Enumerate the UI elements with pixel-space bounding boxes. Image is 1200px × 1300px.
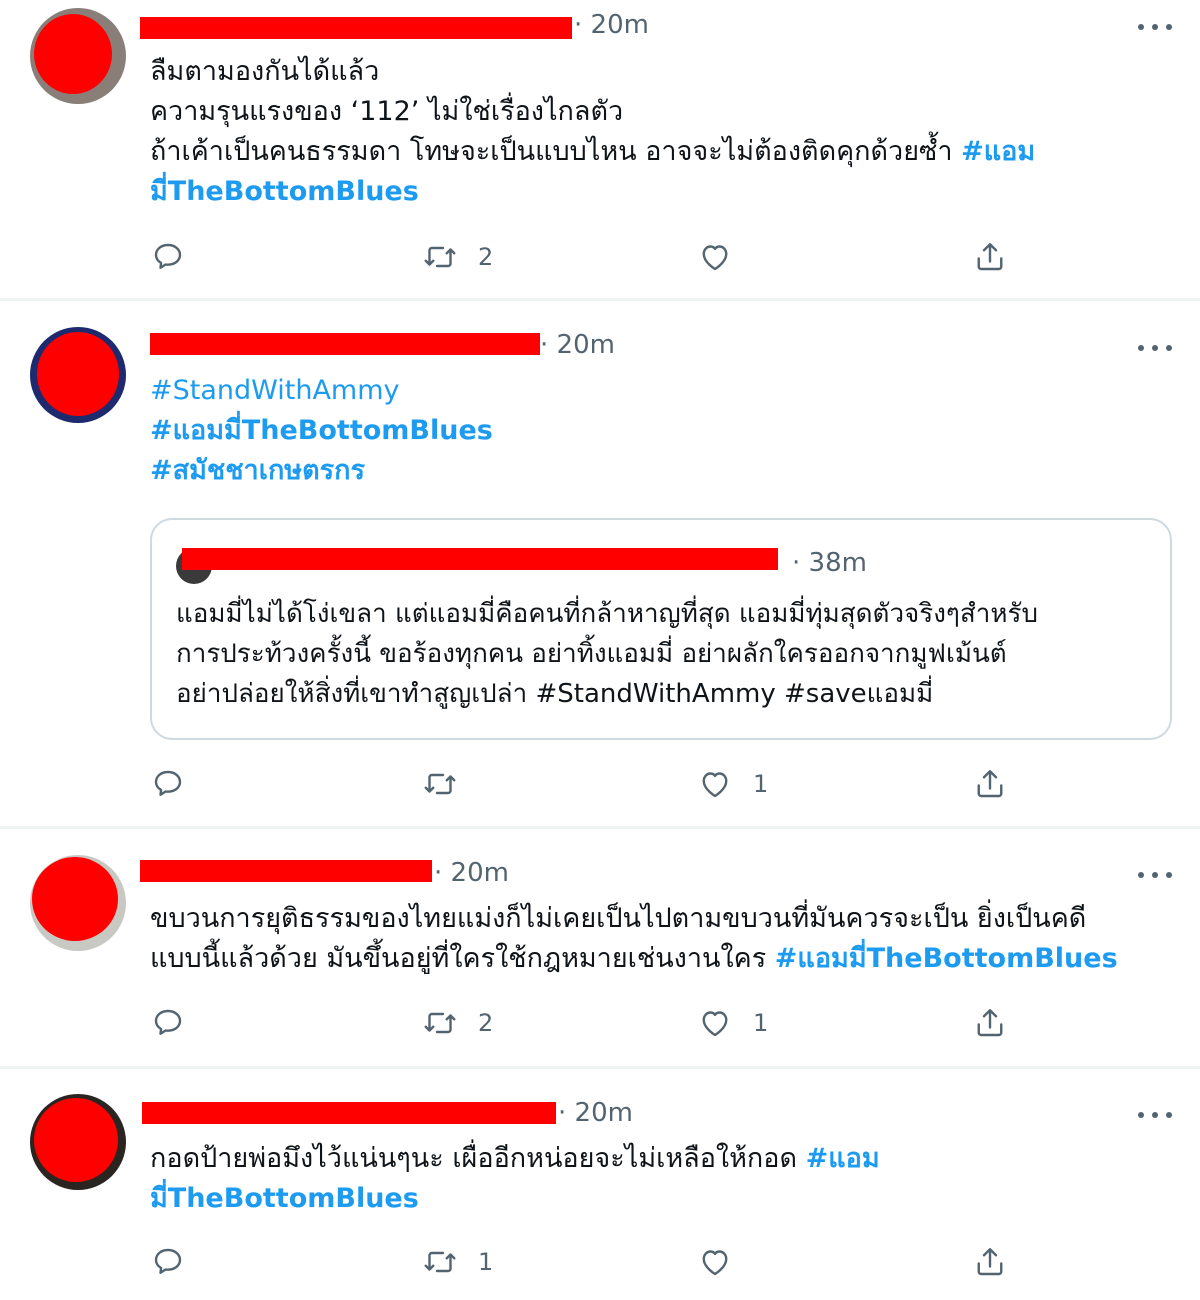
like-button[interactable]: 1 — [697, 764, 768, 804]
retweet-button[interactable]: 2 — [422, 237, 493, 277]
redacted-username — [140, 17, 572, 39]
heart-icon — [702, 1011, 728, 1037]
retweet-button[interactable] — [422, 764, 478, 804]
share-button[interactable] — [972, 764, 1008, 804]
share-button[interactable] — [972, 237, 1008, 277]
tweet-text: #StandWithAmmy #แอมมี่TheBottomBlues #สม… — [150, 371, 493, 491]
avatar[interactable] — [30, 327, 126, 423]
tweet[interactable]: · 20m ขบวนการยุติธรรมของไทยแม่งก็ไม่เคยเ… — [0, 829, 1200, 1066]
tweet-time[interactable]: · 20m — [540, 330, 615, 360]
reply-icon — [154, 770, 182, 796]
tweet-time[interactable]: · 20m — [434, 858, 509, 888]
tweet[interactable]: · 20m #StandWithAmmy #แอมมี่TheBottomBlu… — [0, 301, 1200, 826]
quoted-tweet[interactable]: · 38m แอมมี่ไม่ได้โง่เขลา แต่แอมมี่คือคน… — [150, 518, 1172, 740]
heart-icon — [702, 772, 728, 798]
quoted-tweet-text: แอมมี่ไม่ได้โง่เขลา แต่แอมมี่คือคนที่กล้… — [176, 599, 1038, 709]
share-icon — [977, 243, 1003, 271]
tweet[interactable]: · 20m กอดป้ายพ่อมึงไว้แน่นๆนะ เผื่ออีกหน… — [0, 1069, 1200, 1300]
redacted-username — [140, 860, 432, 882]
hashtag-link[interactable]: มี่TheBottomBlues — [150, 176, 419, 207]
hashtag-link[interactable]: #สมัชชาเกษตรกร — [150, 455, 365, 486]
hashtag-link[interactable]: #StandWithAmmy — [150, 375, 400, 406]
tweet-actions: 1 — [150, 764, 1030, 804]
more-icon[interactable] — [1138, 1104, 1172, 1124]
retweet-icon — [424, 773, 456, 795]
retweet-button[interactable]: 1 — [422, 1242, 493, 1282]
tweet-actions: 2 1 — [150, 1003, 1030, 1043]
like-button[interactable]: 1 — [697, 1003, 768, 1043]
avatar[interactable] — [30, 855, 126, 951]
like-button[interactable] — [697, 237, 753, 277]
quoted-tweet-time[interactable]: · 38m — [792, 548, 867, 578]
reply-button[interactable] — [150, 1003, 206, 1043]
redacted-username — [142, 1102, 556, 1124]
hashtag-link[interactable]: #แอม — [806, 1143, 880, 1174]
share-icon — [977, 1009, 1003, 1037]
hashtag-link[interactable]: #แอมมี่TheBottomBlues — [150, 415, 493, 446]
share-button[interactable] — [972, 1003, 1008, 1043]
share-button[interactable] — [972, 1242, 1008, 1282]
tweet-actions: 2 — [150, 237, 1030, 277]
tweet-text: ลืมตามองกันได้แล้ว ความรุนแรงของ ‘112’ ไ… — [150, 56, 1036, 207]
like-button[interactable] — [697, 1242, 753, 1282]
heart-icon — [702, 1250, 728, 1276]
tweet[interactable]: · 20m ลืมตามองกันได้แล้ว ความรุนแรงของ ‘… — [0, 0, 1200, 300]
retweet-icon — [424, 1251, 456, 1273]
reply-button[interactable] — [150, 1242, 206, 1282]
avatar[interactable] — [30, 8, 126, 104]
tweet-time[interactable]: · 20m — [574, 10, 649, 40]
reply-icon — [154, 243, 182, 269]
reply-button[interactable] — [150, 237, 206, 277]
hashtag-link[interactable]: #แอมมี่TheBottomBlues — [775, 943, 1118, 974]
hashtag-link[interactable]: #แอม — [961, 136, 1035, 167]
hashtag-link[interactable]: มี่TheBottomBlues — [150, 1183, 419, 1214]
more-icon[interactable] — [1138, 337, 1172, 357]
reply-button[interactable] — [150, 764, 206, 804]
more-icon[interactable] — [1138, 16, 1172, 36]
tweet-text: กอดป้ายพ่อมึงไว้แน่นๆนะ เผื่ออีกหน่อยจะไ… — [150, 1143, 880, 1214]
tweet-text: ขบวนการยุติธรรมของไทยแม่งก็ไม่เคยเป็นไปต… — [150, 903, 1118, 974]
avatar[interactable] — [30, 1094, 126, 1190]
retweet-icon — [424, 246, 456, 268]
share-icon — [977, 1248, 1003, 1276]
retweet-icon — [424, 1012, 456, 1034]
heart-icon — [702, 245, 728, 271]
share-icon — [977, 770, 1003, 798]
redacted-username — [150, 333, 540, 355]
reply-icon — [154, 1248, 182, 1274]
tweet-time[interactable]: · 20m — [558, 1098, 633, 1128]
reply-icon — [154, 1009, 182, 1035]
retweet-button[interactable]: 2 — [422, 1003, 493, 1043]
redacted-username — [182, 548, 778, 570]
more-icon[interactable] — [1138, 864, 1172, 884]
tweet-actions: 1 — [150, 1242, 1030, 1282]
